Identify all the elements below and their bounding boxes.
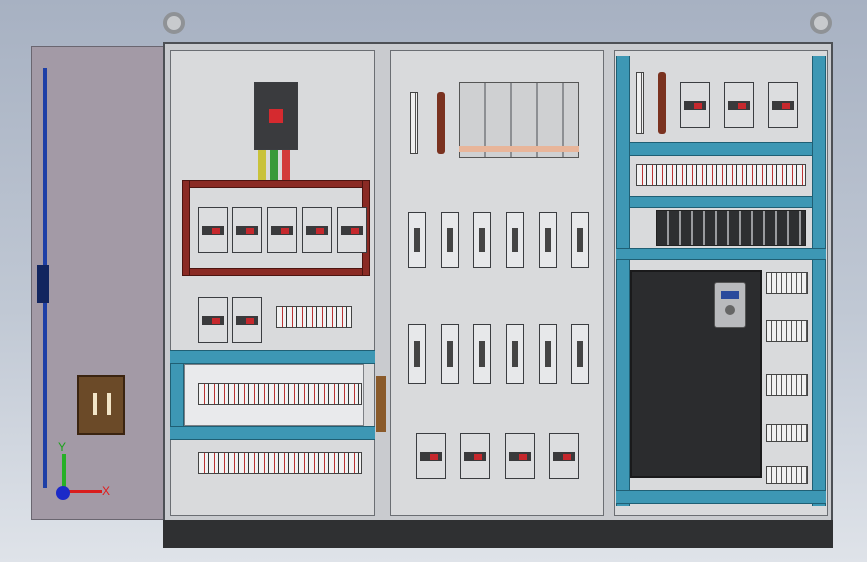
fuse-r1-5[interactable]	[539, 212, 557, 268]
breaker-l2[interactable]	[232, 207, 262, 253]
busbar-left	[182, 180, 190, 276]
fuse-r2-6[interactable]	[571, 324, 589, 384]
terminal-block-small	[276, 306, 352, 328]
din-rail-left-1	[170, 350, 375, 364]
relay-group-2[interactable]	[766, 320, 808, 342]
drawing-pocket	[77, 375, 125, 435]
terminal-row-left-1	[198, 383, 362, 405]
breaker-l1[interactable]	[198, 207, 228, 253]
fuse-r2-4[interactable]	[506, 324, 524, 384]
terminal-strip-vertical	[410, 92, 418, 154]
breaker-m1[interactable]	[416, 433, 446, 479]
main-breaker[interactable]	[254, 82, 298, 150]
relay-group-3[interactable]	[766, 374, 808, 396]
lifting-eye-icon-right	[810, 12, 832, 34]
din-rail-left-2	[170, 426, 375, 440]
axis-y-label: Y	[58, 440, 67, 454]
breaker-l7[interactable]	[232, 297, 262, 343]
breaker-l3[interactable]	[267, 207, 297, 253]
terminal-row-right-1	[636, 164, 806, 186]
din-rail-right-3	[616, 248, 826, 260]
busbar-bottom	[182, 268, 370, 276]
fuse-r2-3[interactable]	[473, 324, 491, 384]
fuse-r1-3[interactable]	[473, 212, 491, 268]
vfd-keypad[interactable]	[714, 282, 746, 328]
fuse-r1-1[interactable]	[408, 212, 426, 268]
terminal-row-left-2	[198, 452, 362, 474]
breaker-m4[interactable]	[549, 433, 579, 479]
vertical-rail-right-a	[616, 56, 630, 506]
axis-triad-icon: Y X	[54, 440, 114, 500]
breaker-l6[interactable]	[198, 297, 228, 343]
fuse-r1-2[interactable]	[441, 212, 459, 268]
relay-group-5[interactable]	[766, 466, 808, 484]
breaker-m2[interactable]	[460, 433, 490, 479]
vertical-rail-right-b	[812, 56, 826, 506]
breaker-r3[interactable]	[768, 82, 798, 128]
vertical-rail-left	[170, 364, 184, 426]
breaker-l4[interactable]	[302, 207, 332, 253]
relay-group-4[interactable]	[766, 424, 808, 442]
fuse-r1-4[interactable]	[506, 212, 524, 268]
axis-x-label: X	[102, 484, 111, 498]
breaker-r2[interactable]	[724, 82, 754, 128]
breaker-r1[interactable]	[680, 82, 710, 128]
breaker-m3[interactable]	[505, 433, 535, 479]
din-rail-right-1	[630, 142, 812, 156]
relay-bank[interactable]	[656, 210, 806, 246]
fuse-r2-5[interactable]	[539, 324, 557, 384]
fuse-r2-2[interactable]	[441, 324, 459, 384]
door-latch[interactable]	[37, 265, 49, 303]
terminal-strip-right	[636, 72, 644, 134]
relay-group-1[interactable]	[766, 272, 808, 294]
fuse-r1-6[interactable]	[571, 212, 589, 268]
hinge-brown	[376, 376, 386, 432]
din-rail-right-2	[630, 196, 812, 208]
ground-bar-right	[658, 72, 666, 134]
lifting-eye-icon-left	[163, 12, 185, 34]
busbar-top	[182, 180, 370, 188]
breaker-l5[interactable]	[337, 207, 367, 253]
cabinet-plinth	[163, 520, 833, 548]
din-rail-right-4	[616, 490, 826, 504]
fuse-r2-1[interactable]	[408, 324, 426, 384]
ground-bar	[437, 92, 445, 154]
